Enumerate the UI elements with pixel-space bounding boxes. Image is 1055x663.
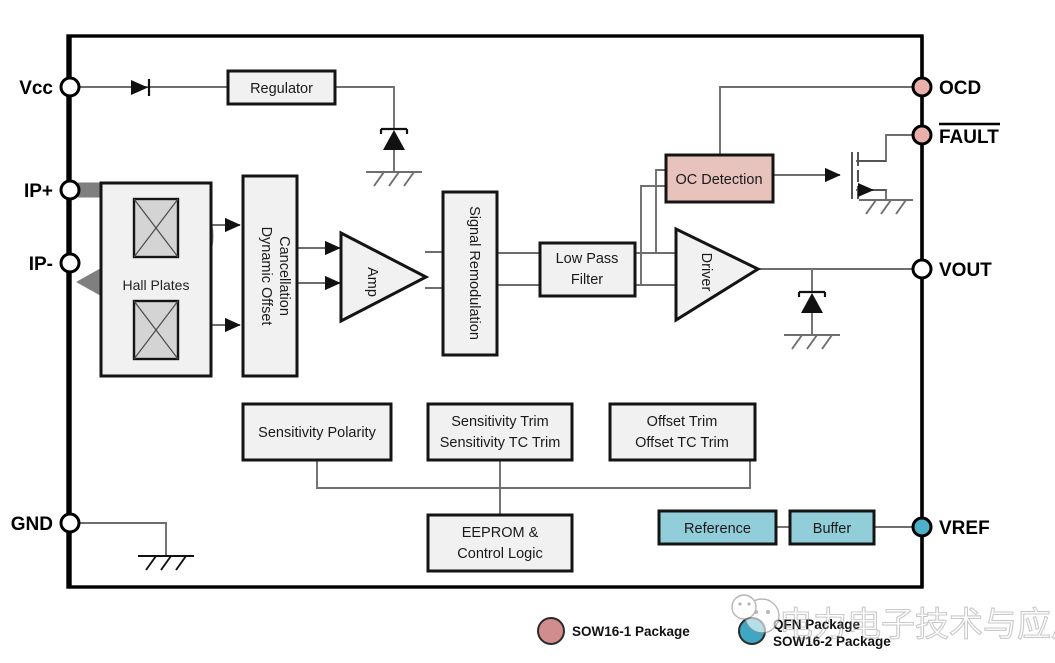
block-eeprom-label-line2: Control Logic <box>457 546 542 562</box>
block-amp-label: Amp <box>364 267 380 297</box>
hall-plate-element-top <box>132 197 180 259</box>
pin-ip-plus[interactable]: IP+ <box>24 179 81 202</box>
block-regulator[interactable]: Regulator <box>226 69 337 106</box>
block-diagram-canvas: Regulator Hall Plates Dynamic Offset Can… <box>0 0 1055 663</box>
block-signal-remodulation-label: Signal Remodulation <box>466 206 482 340</box>
pin-gnd[interactable]: GND <box>11 512 81 535</box>
block-eeprom-control-logic[interactable]: EEPROM & Control Logic <box>426 513 574 573</box>
pin-vcc[interactable]: Vcc <box>19 76 81 99</box>
watermark: 电力电子技术与应用 <box>731 594 1055 646</box>
block-oc-detection-label: OC Detection <box>675 172 762 188</box>
block-sensitivity-polarity[interactable]: Sensitivity Polarity <box>241 402 393 462</box>
pin-vout-label: VOUT <box>939 260 992 281</box>
pin-fault-label: FAULT <box>939 127 999 148</box>
block-sensitivity-polarity-label: Sensitivity Polarity <box>258 425 376 441</box>
block-sensitivity-trim-label-line2: Sensitivity TC Trim <box>440 435 561 451</box>
block-reference-label: Reference <box>684 521 751 537</box>
block-buffer[interactable]: Buffer <box>788 509 876 546</box>
block-oc-detection[interactable]: OC Detection <box>664 153 775 204</box>
block-reference[interactable]: Reference <box>657 509 778 546</box>
pin-vref[interactable]: VREF <box>911 516 990 539</box>
legend-sow16-1: SOW16-1 Package <box>537 617 690 645</box>
pin-ip-plus-label: IP+ <box>24 181 53 202</box>
pin-fault[interactable]: FAULT <box>911 122 1000 148</box>
watermark-text: 电力电子技术与应用 <box>779 605 1055 645</box>
block-offset-trim-label-line2: Offset TC Trim <box>635 435 729 451</box>
block-dynamic-offset-cancellation[interactable]: Dynamic Offset Cancellation <box>241 174 299 378</box>
block-hall-plates-label: Hall Plates <box>123 277 190 293</box>
pin-ocd-label: OCD <box>939 78 981 99</box>
block-offset-trim[interactable]: Offset Trim Offset TC Trim <box>608 402 757 462</box>
pin-ocd[interactable]: OCD <box>911 76 981 99</box>
block-eeprom-label-line1: EEPROM & <box>462 525 539 541</box>
hall-plate-element-bottom <box>132 299 180 361</box>
block-buffer-label: Buffer <box>813 521 852 537</box>
pin-vout[interactable]: VOUT <box>911 258 992 281</box>
pin-ip-minus-label: IP- <box>29 254 53 275</box>
pin-vref-label: VREF <box>939 518 990 539</box>
block-sensitivity-trim[interactable]: Sensitivity Trim Sensitivity TC Trim <box>426 402 574 462</box>
block-low-pass-filter[interactable]: Low Pass Filter <box>538 241 637 298</box>
block-sensitivity-trim-label-line1: Sensitivity Trim <box>451 414 549 430</box>
block-offset-trim-label-line1: Offset Trim <box>647 414 718 430</box>
block-driver-label: Driver <box>698 253 714 292</box>
block-signal-remodulation[interactable]: Signal Remodulation <box>441 190 499 357</box>
block-lpf-label-line1: Low Pass <box>556 251 619 267</box>
block-doc-label-line2: Cancellation <box>276 236 292 316</box>
block-doc-label-line1: Dynamic Offset <box>258 227 274 326</box>
block-lpf-label-line2: Filter <box>571 272 603 288</box>
pin-vcc-label: Vcc <box>19 78 53 99</box>
legend-sow16-1-label: SOW16-1 Package <box>572 624 690 639</box>
pin-ip-minus[interactable]: IP- <box>29 252 81 275</box>
pin-gnd-label: GND <box>11 514 53 535</box>
block-regulator-label: Regulator <box>250 81 313 97</box>
block-hall-plates[interactable]: Hall Plates <box>99 181 213 378</box>
